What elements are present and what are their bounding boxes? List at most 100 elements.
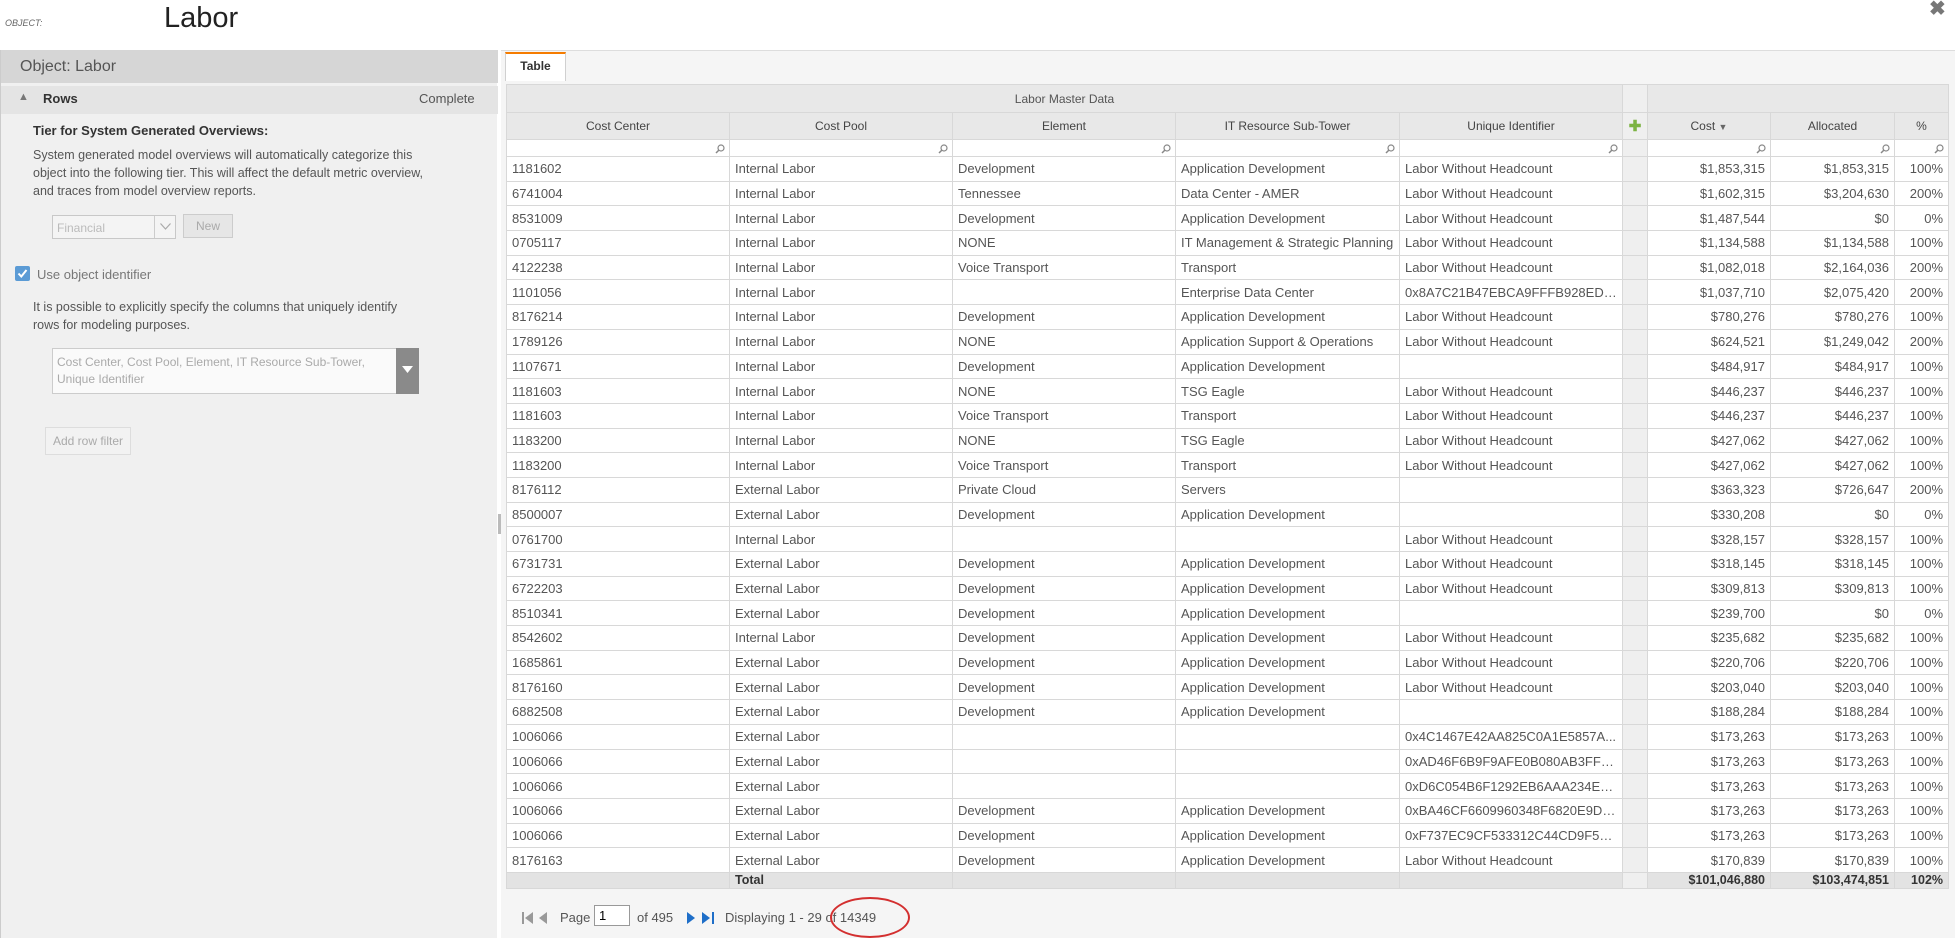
percent-cell[interactable]: 100%: [1893, 649, 1950, 676]
table-row[interactable]: 6882508 External Labor Development Applicat…: [506, 699, 1950, 725]
table-row[interactable]: 1101056 Internal Labor Enterprise Data Cen…: [506, 279, 1950, 306]
use-identifier-label[interactable]: Use object identifier: [37, 267, 151, 282]
column-filter-input[interactable]: [1770, 139, 1895, 157]
sub-tower-cell[interactable]: Application Support & Operations: [1175, 328, 1400, 355]
cost-center-cell[interactable]: 8542602: [506, 625, 730, 651]
cost-center-cell[interactable]: 8500007: [506, 501, 730, 528]
unique-identifier-cell[interactable]: Labor Without Headcount: [1399, 452, 1623, 478]
cost-center-cell[interactable]: 0705117: [506, 230, 730, 256]
cost-center-cell[interactable]: 6722203: [506, 575, 730, 602]
plus-icon[interactable]: ✚: [1629, 118, 1642, 135]
cost-cell[interactable]: $235,682: [1647, 625, 1771, 651]
cost-pool-cell[interactable]: External Labor: [729, 600, 953, 627]
unique-identifier-cell[interactable]: Labor Without Headcount: [1399, 230, 1623, 256]
cost-cell[interactable]: $1,037,710: [1647, 279, 1771, 306]
table-row[interactable]: 8176160 External Labor Development Applicat…: [506, 674, 1950, 701]
cost-pool-cell[interactable]: Internal Labor: [729, 180, 953, 207]
sub-tower-cell[interactable]: Transport: [1175, 402, 1400, 429]
percent-cell[interactable]: 100%: [1893, 674, 1950, 701]
unique-identifier-cell[interactable]: Labor Without Headcount: [1399, 625, 1623, 651]
cost-cell[interactable]: $328,157: [1647, 526, 1771, 552]
search-icon[interactable]: [1934, 142, 1944, 156]
allocated-cell[interactable]: $2,075,420: [1770, 279, 1895, 306]
unique-identifier-cell[interactable]: Labor Without Headcount: [1399, 304, 1623, 330]
sub-tower-cell[interactable]: Application Development: [1175, 551, 1400, 577]
allocated-cell[interactable]: $1,134,588: [1770, 230, 1895, 256]
allocated-cell[interactable]: $173,263: [1770, 773, 1895, 799]
search-icon[interactable]: [1756, 142, 1766, 156]
allocated-cell[interactable]: $173,263: [1770, 748, 1895, 775]
element-cell[interactable]: Voice Transport: [952, 452, 1176, 478]
unique-identifier-cell[interactable]: Labor Without Headcount: [1399, 649, 1623, 676]
column-header-unique-identifier[interactable]: Unique Identifier: [1399, 112, 1623, 140]
unique-identifier-cell[interactable]: Labor Without Headcount: [1399, 674, 1623, 701]
tab-table[interactable]: Table: [505, 52, 566, 81]
identifier-columns-field[interactable]: Cost Center, Cost Pool, Element, IT Reso…: [52, 348, 419, 394]
table-row[interactable]: 0761700 Internal Labor Labor Without Headc…: [506, 526, 1950, 552]
sub-tower-cell[interactable]: Transport: [1175, 254, 1400, 281]
sub-tower-cell[interactable]: Enterprise Data Center: [1175, 279, 1400, 306]
cost-cell[interactable]: $220,706: [1647, 649, 1771, 676]
percent-cell[interactable]: 0%: [1893, 205, 1950, 232]
element-cell[interactable]: NONE: [952, 427, 1176, 454]
unique-identifier-cell[interactable]: Labor Without Headcount: [1399, 328, 1623, 355]
cost-cell[interactable]: $780,276: [1647, 304, 1771, 330]
add-row-filter-button[interactable]: Add row filter: [45, 427, 131, 455]
element-cell[interactable]: [952, 748, 1176, 775]
cost-cell[interactable]: $427,062: [1647, 427, 1771, 454]
element-cell[interactable]: Development: [952, 304, 1176, 330]
cost-pool-cell[interactable]: Internal Labor: [729, 230, 953, 256]
table-row[interactable]: 1006066 External Labor 0xAD46F6B9F9AFE0B08…: [506, 748, 1950, 775]
cost-cell[interactable]: $446,237: [1647, 402, 1771, 429]
unique-identifier-cell[interactable]: 0xAD46F6B9F9AFE0B080AB3FF9...: [1399, 748, 1623, 775]
cost-cell[interactable]: $1,134,588: [1647, 230, 1771, 256]
percent-cell[interactable]: 200%: [1893, 476, 1950, 503]
column-filter-input[interactable]: [729, 139, 953, 157]
column-header-cost-pool[interactable]: Cost Pool: [729, 112, 953, 140]
column-filter-input[interactable]: [1647, 139, 1771, 157]
sub-tower-cell[interactable]: Application Development: [1175, 501, 1400, 528]
percent-cell[interactable]: 100%: [1893, 452, 1950, 478]
column-header-sub-tower[interactable]: IT Resource Sub-Tower: [1175, 112, 1400, 140]
unique-identifier-cell[interactable]: 0xF737EC9CF533312C44CD9F575...: [1399, 822, 1623, 849]
element-cell[interactable]: Development: [952, 649, 1176, 676]
percent-cell[interactable]: 100%: [1893, 748, 1950, 775]
new-tier-button[interactable]: New: [183, 214, 233, 238]
table-row[interactable]: 1181602 Internal Labor Development Applicat…: [506, 156, 1950, 182]
search-icon[interactable]: [1385, 142, 1395, 156]
search-icon[interactable]: [715, 142, 725, 156]
allocated-cell[interactable]: $446,237: [1770, 378, 1895, 404]
allocated-cell[interactable]: $726,647: [1770, 476, 1895, 503]
table-row[interactable]: 1181603 Internal Labor Voice Transport Tran…: [506, 402, 1950, 429]
unique-identifier-cell[interactable]: 0xD6C054B6F1292EB6AAA234E9...: [1399, 773, 1623, 799]
percent-cell[interactable]: 100%: [1893, 625, 1950, 651]
sub-tower-cell[interactable]: Application Development: [1175, 304, 1400, 330]
sub-tower-cell[interactable]: Application Development: [1175, 600, 1400, 627]
allocated-cell[interactable]: $0: [1770, 205, 1895, 232]
element-cell[interactable]: Development: [952, 699, 1176, 725]
cost-cell[interactable]: $484,917: [1647, 353, 1771, 380]
cost-pool-cell[interactable]: Internal Labor: [729, 625, 953, 651]
unique-identifier-cell[interactable]: [1399, 600, 1623, 627]
search-icon[interactable]: [938, 142, 948, 156]
cost-cell[interactable]: $1,853,315: [1647, 156, 1771, 182]
table-row[interactable]: 1006066 External Labor Development Applicat…: [506, 797, 1950, 824]
column-header-element[interactable]: Element: [952, 112, 1176, 140]
unique-identifier-cell[interactable]: Labor Without Headcount: [1399, 551, 1623, 577]
cost-center-cell[interactable]: 1181603: [506, 402, 730, 429]
cost-cell[interactable]: $173,263: [1647, 822, 1771, 849]
allocated-cell[interactable]: $427,062: [1770, 452, 1895, 478]
cost-center-cell[interactable]: 8176160: [506, 674, 730, 701]
element-cell[interactable]: [952, 279, 1176, 306]
table-row[interactable]: 6722203 External Labor Development Applicat…: [506, 575, 1950, 602]
sub-tower-cell[interactable]: TSG Eagle: [1175, 427, 1400, 454]
element-cell[interactable]: Development: [952, 847, 1176, 873]
allocated-cell[interactable]: $235,682: [1770, 625, 1895, 651]
cost-center-cell[interactable]: 8510341: [506, 600, 730, 627]
cost-cell[interactable]: $624,521: [1647, 328, 1771, 355]
percent-cell[interactable]: 0%: [1893, 501, 1950, 528]
unique-identifier-cell[interactable]: Labor Without Headcount: [1399, 378, 1623, 404]
percent-cell[interactable]: 100%: [1893, 304, 1950, 330]
percent-cell[interactable]: 200%: [1893, 328, 1950, 355]
column-filter-input[interactable]: [1399, 139, 1623, 157]
